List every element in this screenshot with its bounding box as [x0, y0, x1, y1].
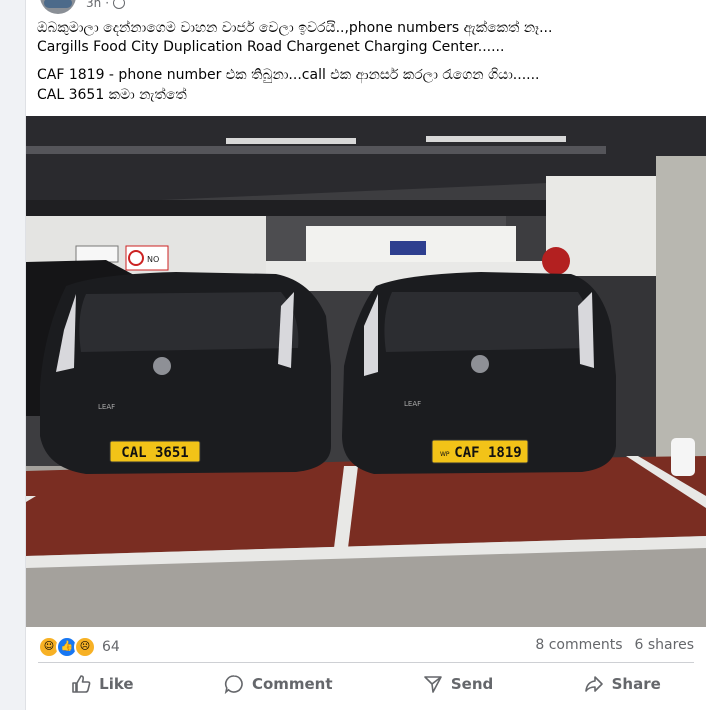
like-button[interactable]: Like: [57, 666, 147, 702]
shares-count[interactable]: 6 shares: [635, 637, 694, 653]
send-icon: [424, 676, 442, 693]
reaction-count[interactable]: 64: [102, 639, 120, 655]
badge-left: LEAF: [98, 403, 115, 411]
plate-left: CAL 3651: [121, 445, 188, 461]
badge-right: LEAF: [404, 400, 421, 408]
share-label: Share: [611, 675, 661, 693]
comment-icon: [224, 675, 243, 694]
engagement-counts: 8 comments 6 shares: [535, 637, 694, 653]
comment-label: Comment: [251, 675, 333, 693]
reactions[interactable]: ☺ 👍 ☹ 64: [38, 636, 120, 658]
post-text-line-1: ඔබකුමාලා දෙන්නාගෙම වාහන වාජර් වෙලා ඉවරයි…: [37, 20, 553, 36]
share-button[interactable]: Share: [570, 666, 675, 702]
plate-right-prefix: WP: [440, 451, 450, 458]
action-bar: Like Comment Send Share: [26, 664, 706, 704]
post-text-line-2: Cargills Food City Duplication Road Char…: [37, 39, 505, 55]
dot-separator: ·: [105, 0, 110, 10]
post-text-line-3: CAF 1819 - phone number එක තිබුනා...call…: [37, 67, 540, 83]
post-photo[interactable]: NO LEAF CAL 3651 LEAF WP CAF 1819: [26, 116, 706, 627]
post-stats: ☺ 👍 ☹ 64 8 comments 6 shares: [26, 628, 706, 662]
share-icon: [584, 676, 603, 692]
post-card: 3h · ඔබකුමාලා දෙන්නාගෙම වාහන වාජර් වෙලා …: [25, 0, 706, 710]
sad-reaction-icon: ☹: [74, 636, 96, 658]
send-label: Send: [450, 675, 494, 693]
comment-button[interactable]: Comment: [210, 666, 347, 702]
post-time[interactable]: 3h: [86, 0, 101, 10]
globe-icon: [113, 0, 126, 9]
divider: [38, 662, 694, 663]
post-meta: 3h ·: [86, 0, 126, 10]
post-text-line-4: CAL 3651 කමා නැත්තේ: [37, 87, 187, 103]
comments-count[interactable]: 8 comments: [535, 637, 622, 653]
plate-right: CAF 1819: [454, 445, 521, 461]
send-button[interactable]: Send: [409, 666, 507, 702]
avatar[interactable]: [40, 0, 76, 14]
no-parking-sign: NO: [147, 255, 159, 264]
like-label: Like: [99, 675, 134, 693]
thumbs-up-icon: [72, 675, 91, 693]
